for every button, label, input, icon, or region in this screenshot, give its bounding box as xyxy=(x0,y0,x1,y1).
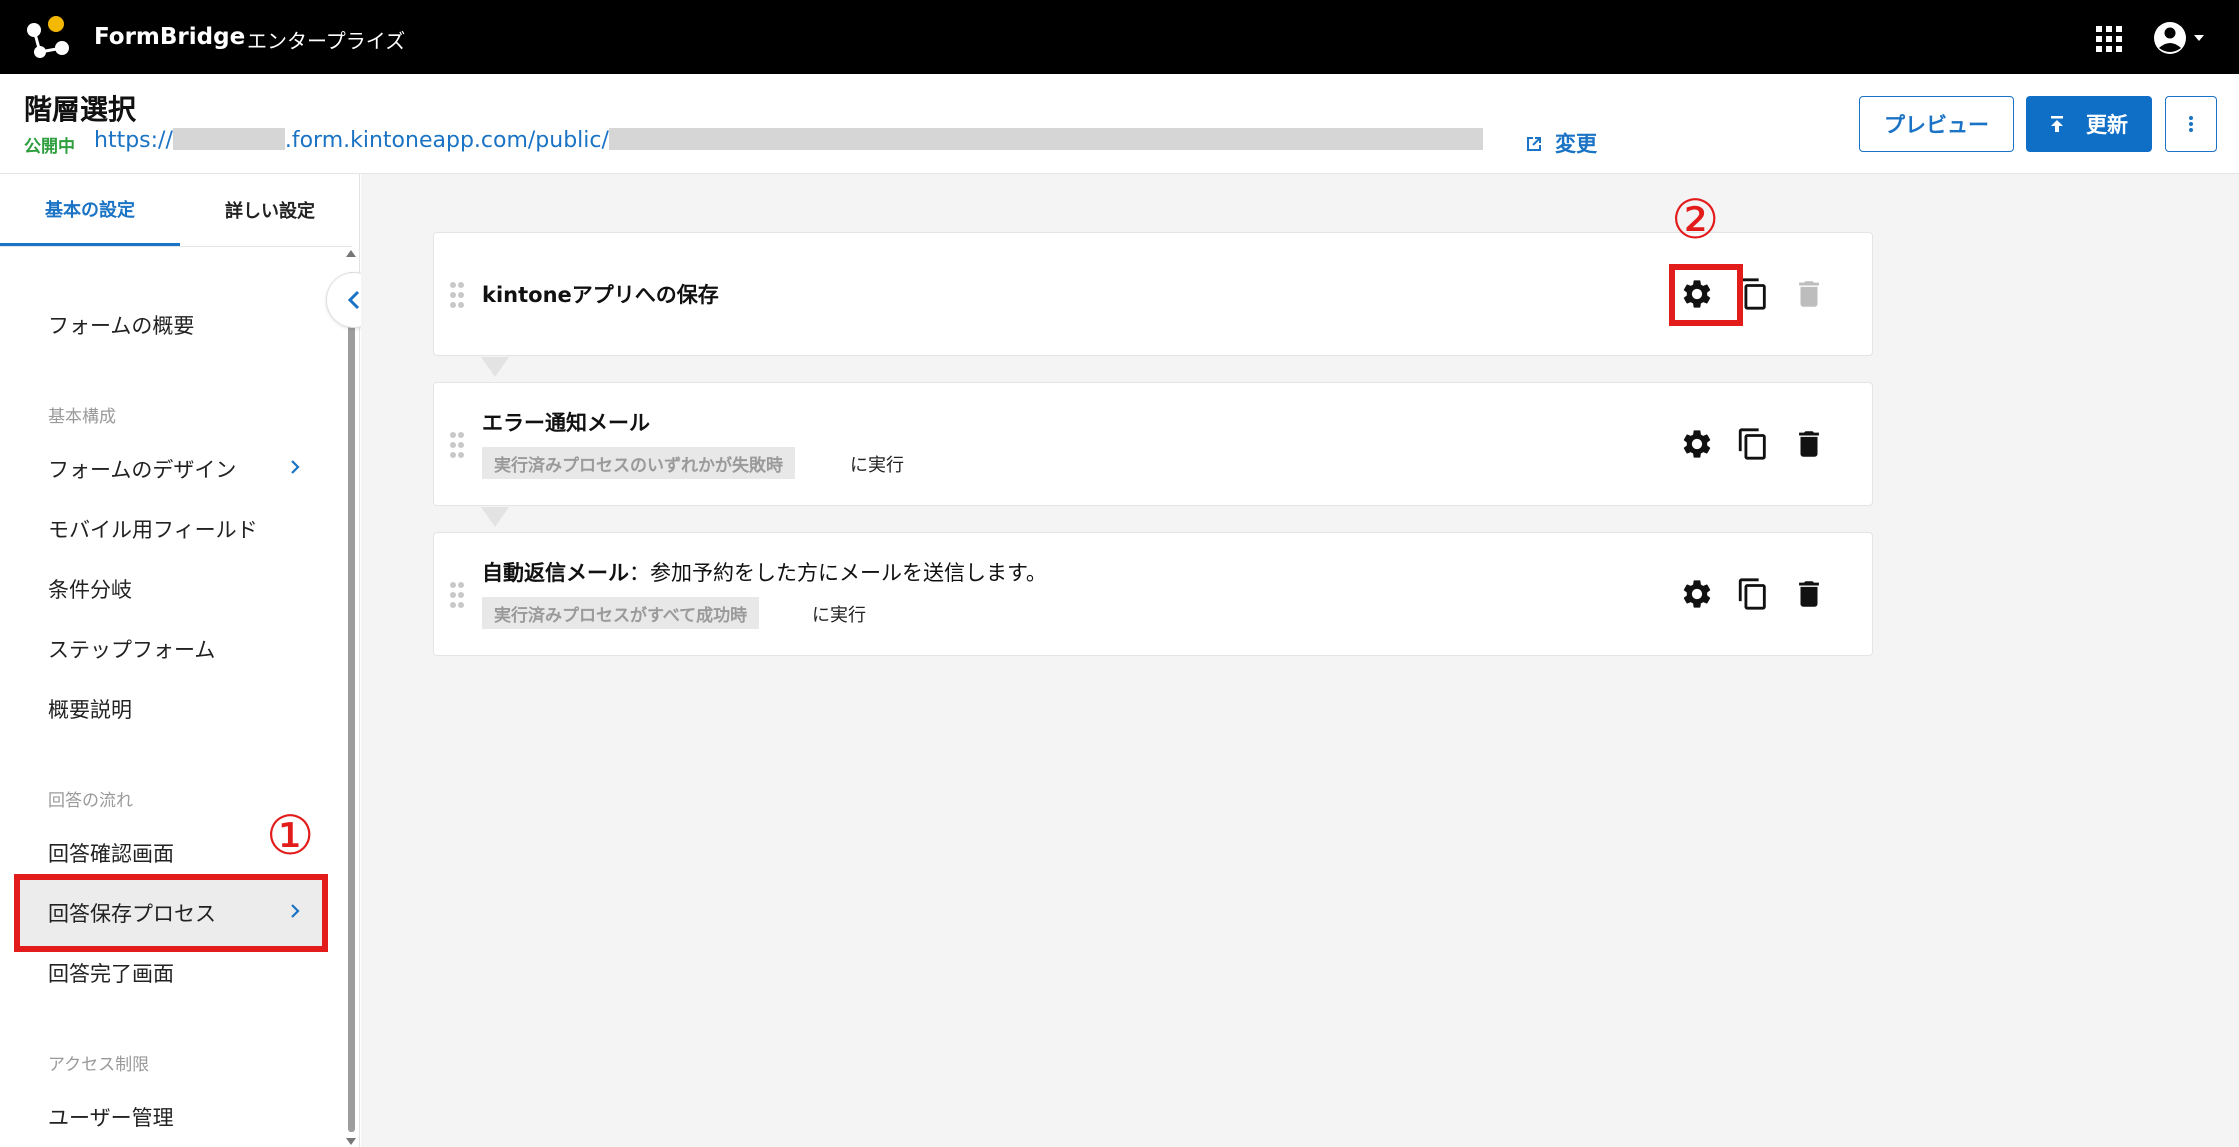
publish-status-badge: 公開中 xyxy=(24,137,75,157)
top-bar: FormBridge エンタープライズ xyxy=(0,0,2239,74)
url-redacted-block xyxy=(172,128,285,150)
flow-connector xyxy=(481,507,509,527)
preview-button[interactable]: プレビュー xyxy=(1859,96,2014,152)
copy-icon[interactable] xyxy=(1736,427,1770,461)
scroll-up-arrow[interactable] xyxy=(346,250,356,257)
url-prefix: https:// xyxy=(94,128,173,153)
sidebar-item-mobile-fields[interactable]: モバイル用フィールド xyxy=(48,514,258,544)
sidebar-section-flow: 回答の流れ xyxy=(48,791,133,811)
public-url-link[interactable]: https:// .form.kintoneapp.com/public/ xyxy=(94,128,1483,153)
sidebar-item-form-overview[interactable]: フォームの概要 xyxy=(48,310,194,340)
annotation-highlight-box-1 xyxy=(14,874,328,952)
drag-handle-icon[interactable] xyxy=(448,431,466,459)
gear-icon[interactable] xyxy=(1680,577,1714,611)
tab-advanced-settings[interactable]: 詳しい設定 xyxy=(180,174,360,246)
sidebar-item-complete-screen[interactable]: 回答完了画面 xyxy=(48,958,174,988)
condition-badge: 実行済みプロセスのいずれかが失敗時 xyxy=(482,447,795,479)
sidebar-section-basic: 基本構成 xyxy=(48,407,116,427)
process-list-area: kintoneアプリへの保存 ② エラー通知メール 実行済みプロセスのいずれかが… xyxy=(361,174,2239,1147)
more-options-button[interactable] xyxy=(2165,96,2217,152)
tab-divider xyxy=(0,246,352,247)
trash-icon-disabled xyxy=(1799,281,1819,307)
process-title: 自動返信メール：参加予約をした方にメールを送信します。 xyxy=(482,557,1047,587)
sidebar-item-step-form[interactable]: ステップフォーム xyxy=(48,634,215,664)
formbridge-logo xyxy=(27,16,69,58)
sidebar-item-user-management[interactable]: ユーザー管理 xyxy=(48,1102,174,1132)
trash-icon[interactable] xyxy=(1792,427,1826,461)
apps-grid-icon[interactable] xyxy=(2094,24,2124,54)
external-link-icon[interactable] xyxy=(1524,134,1544,154)
process-card[interactable]: 自動返信メール：参加予約をした方にメールを送信します。 実行済みプロセスがすべて… xyxy=(433,532,1873,656)
chevron-right-icon xyxy=(291,460,300,474)
copy-icon[interactable] xyxy=(1736,577,1770,611)
annotation-marker-1: ① xyxy=(266,804,315,867)
upload-icon xyxy=(2051,116,2063,132)
edition-label: エンタープライズ xyxy=(247,29,406,53)
change-url-link[interactable]: 変更 xyxy=(1555,128,1597,158)
chevron-left-icon xyxy=(347,290,360,310)
annotation-marker-2: ② xyxy=(1671,188,1720,251)
trash-icon[interactable] xyxy=(1792,577,1826,611)
process-card[interactable]: kintoneアプリへの保存 xyxy=(433,232,1873,356)
condition-badge: 実行済みプロセスがすべて成功時 xyxy=(482,597,760,629)
sidebar-item-summary[interactable]: 概要説明 xyxy=(48,694,132,724)
scroll-down-arrow[interactable] xyxy=(346,1138,356,1145)
update-button-label: 更新 xyxy=(2086,113,2128,137)
process-title-text: 自動返信メール xyxy=(482,561,629,585)
tab-basic-settings[interactable]: 基本の設定 xyxy=(0,174,180,246)
page-title: 階層選択 xyxy=(24,93,137,126)
process-title: kintoneアプリへの保存 xyxy=(482,279,719,309)
url-redacted-block xyxy=(608,128,1483,150)
condition-suffix: に実行 xyxy=(850,455,904,476)
sidebar-item-form-design[interactable]: フォームのデザイン xyxy=(48,454,236,484)
settings-sidebar: 基本の設定 詳しい設定 フォームの概要 基本構成 フォームのデザイン モバイル用… xyxy=(0,174,360,1147)
more-vert-icon xyxy=(2189,116,2193,132)
gear-icon[interactable] xyxy=(1680,427,1714,461)
drag-handle-icon[interactable] xyxy=(448,581,466,609)
condition-suffix: に実行 xyxy=(812,605,866,626)
sidebar-item-conditional-branch[interactable]: 条件分岐 xyxy=(48,574,132,604)
sidebar-scrollbar[interactable] xyxy=(348,272,355,1132)
account-icon[interactable] xyxy=(2152,20,2208,56)
flow-connector xyxy=(481,357,509,377)
annotation-highlight-box-2 xyxy=(1669,264,1743,326)
sidebar-item-confirm-screen[interactable]: 回答確認画面 xyxy=(48,838,174,868)
process-title-text: エラー通知メール xyxy=(482,411,650,435)
drag-handle-icon[interactable] xyxy=(448,281,466,309)
process-title: エラー通知メール xyxy=(482,407,650,437)
page-header: 階層選択 公開中 https:// .form.kintoneapp.com/pu… xyxy=(0,74,2239,174)
process-description: ：参加予約をした方にメールを送信します。 xyxy=(629,561,1047,585)
process-card[interactable]: エラー通知メール 実行済みプロセスのいずれかが失敗時 に実行 xyxy=(433,382,1873,506)
brand-name: FormBridge xyxy=(94,24,246,50)
update-button[interactable]: 更新 xyxy=(2026,96,2152,152)
url-middle: .form.kintoneapp.com/public/ xyxy=(284,128,609,153)
process-title-text: kintoneアプリへの保存 xyxy=(482,283,719,307)
sidebar-section-access: アクセス制限 xyxy=(48,1055,150,1075)
